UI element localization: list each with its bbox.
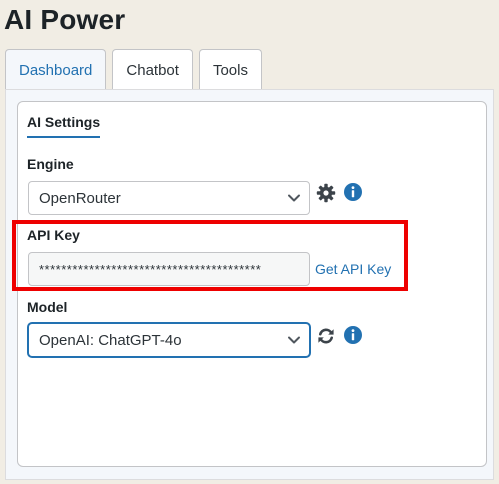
tab-dashboard[interactable]: Dashboard [5,49,107,91]
model-select[interactable]: OpenAI: ChatGPT-4o [28,323,310,357]
tab-tools[interactable]: Tools [198,49,262,90]
dashboard-panel: AI Settings Engine OpenRouter API Key **… [5,89,494,480]
chevron-down-icon [288,194,300,202]
engine-select-value: OpenRouter [39,189,121,207]
section-tab-ai-settings[interactable]: AI Settings [27,114,101,138]
info-icon[interactable] [343,182,363,202]
api-key-input[interactable]: **************************************** [28,252,310,286]
gear-icon[interactable] [316,183,336,203]
get-api-key-link[interactable]: Get API Key [315,261,391,277]
tab-chatbot[interactable]: Chatbot [112,49,193,90]
info-icon[interactable] [343,325,363,345]
engine-label: Engine [27,156,74,172]
refresh-icon[interactable] [316,326,336,346]
model-select-value: OpenAI: ChatGPT-4o [39,331,182,349]
tab-bar: Dashboard Chatbot Tools [5,49,262,91]
api-key-label: API Key [27,227,80,243]
settings-card: AI Settings Engine OpenRouter API Key **… [17,101,487,467]
model-label: Model [27,299,68,315]
engine-select[interactable]: OpenRouter [28,181,310,215]
page-title: AI Power [4,4,126,35]
chevron-down-icon [288,336,300,344]
